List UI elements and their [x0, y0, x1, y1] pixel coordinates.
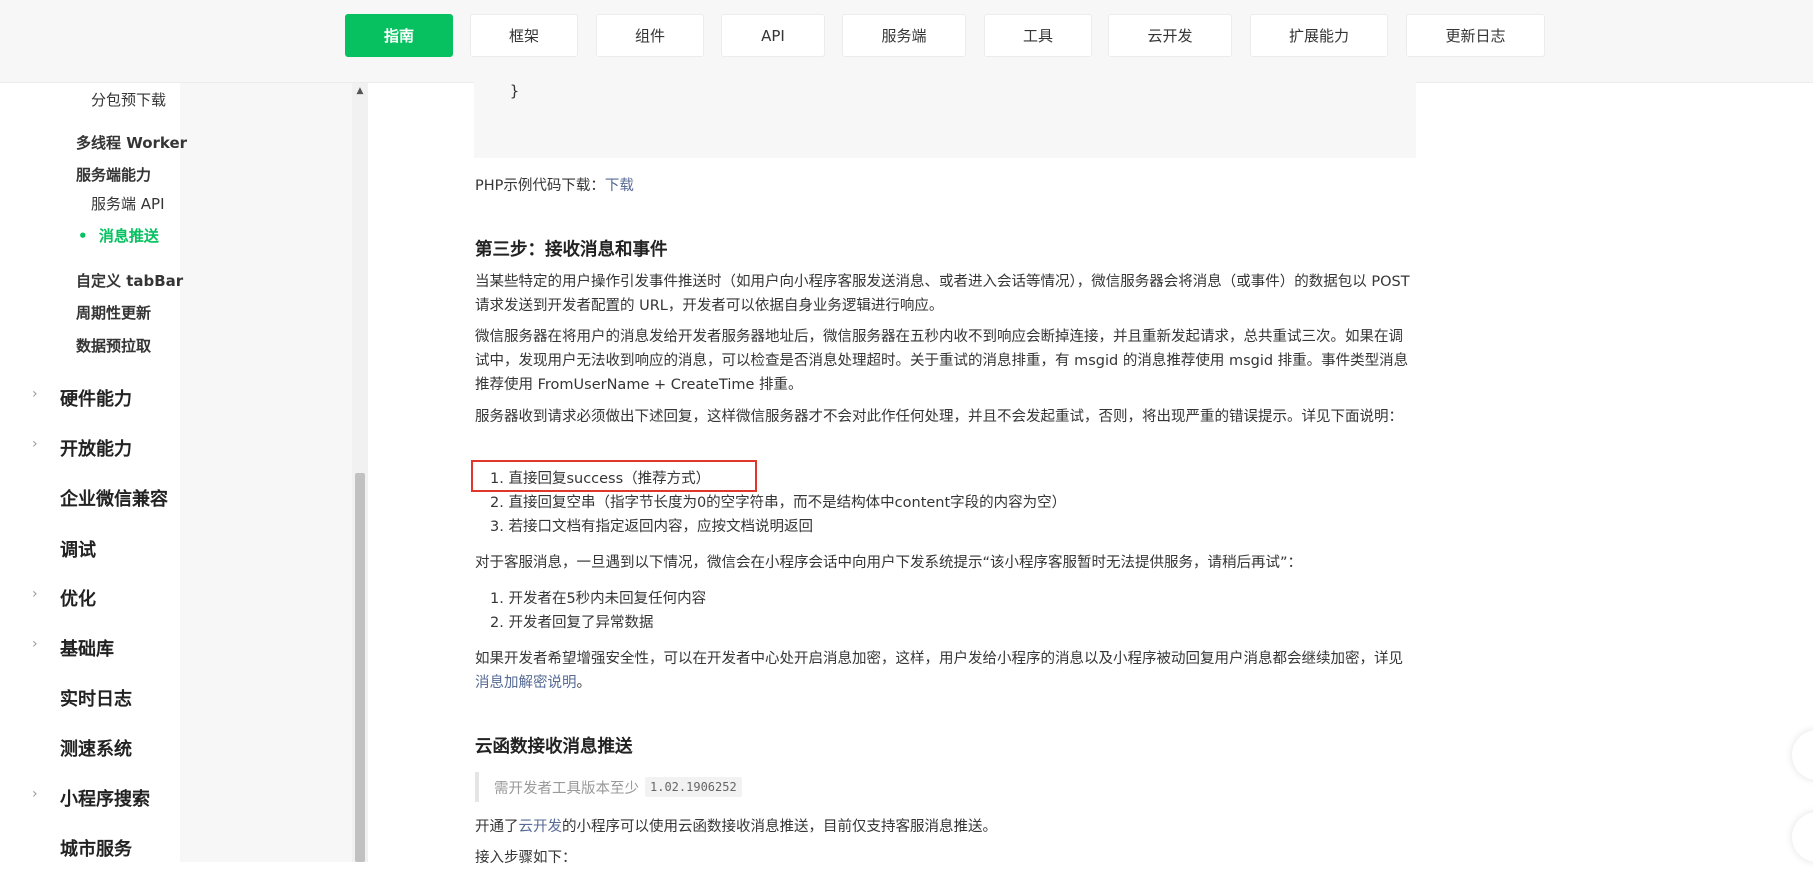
sidebar-item-realtime-log[interactable]: 实时日志: [60, 685, 132, 711]
version-note-text: 需开发者工具版本至少: [494, 780, 639, 797]
sidebar-item-subpackage-preload[interactable]: 分包预下载: [91, 89, 166, 110]
sidebar-item-periodic-update[interactable]: 周期性更新: [76, 302, 151, 323]
php-download-line: PHP示例代码下载：下载: [475, 174, 1410, 198]
tab-server[interactable]: 服务端: [842, 14, 966, 57]
sidebar-item-debug[interactable]: 调试: [60, 536, 96, 562]
chevron-right-icon[interactable]: ›: [32, 636, 38, 652]
paragraph-5-end: 。: [576, 675, 592, 691]
paragraph-2: 微信服务器在将用户的消息发给开发者服务器地址后，微信服务器在五秒内收不到响应会断…: [475, 329, 1409, 393]
sidebar-item-open-capability[interactable]: 开放能力: [60, 435, 132, 461]
sidebar-item-optimize[interactable]: 优化: [60, 585, 96, 611]
sidebar-item-worker[interactable]: 多线程 Worker: [76, 132, 187, 153]
active-bullet: •: [78, 227, 88, 245]
chevron-right-icon[interactable]: ›: [32, 786, 38, 802]
version-badge: 1.02.1906252: [645, 777, 742, 797]
version-note: 需开发者工具版本至少 1.02.1906252: [475, 772, 742, 802]
paragraph-4: 对于客服消息，一旦遇到以下情况，微信会在小程序会话中向用户下发系统提示“该小程序…: [475, 555, 1303, 571]
sidebar-shade: [180, 83, 352, 862]
list-item: 1. 直接回复success（推荐方式）: [490, 471, 711, 487]
list-item: 3. 若接口文档有指定返回内容，应按文档说明返回: [490, 519, 813, 535]
paragraph-5: 如果开发者希望增强安全性，可以在开发者中心处开启消息加密，这样，用户发给小程序的…: [475, 647, 1410, 695]
chevron-right-icon[interactable]: ›: [32, 436, 38, 452]
sidebar-item-base-library[interactable]: 基础库: [60, 635, 114, 661]
sidebar-item-hardware[interactable]: 硬件能力: [60, 385, 132, 411]
scrollbar-thumb[interactable]: [355, 473, 365, 862]
tab-framework[interactable]: 框架: [470, 14, 578, 57]
sidebar: 分包预下载 多线程 Worker 服务端能力 服务端 API • 消息推送 自定…: [0, 83, 352, 862]
tab-changelog[interactable]: 更新日志: [1406, 14, 1545, 57]
list-item: 2. 开发者回复了异常数据: [490, 615, 654, 631]
paragraph-7: 接入步骤如下：: [475, 850, 577, 866]
encryption-doc-link[interactable]: 消息加解密说明: [475, 675, 577, 691]
floating-button[interactable]: [1792, 812, 1813, 862]
sidebar-scrollbar[interactable]: ▲: [352, 83, 368, 862]
sidebar-item-wework[interactable]: 企业微信兼容: [60, 485, 168, 511]
floating-button[interactable]: [1792, 730, 1813, 780]
step3-heading: 第三步：接收消息和事件: [475, 240, 668, 260]
tab-tools[interactable]: 工具: [984, 14, 1092, 57]
list-item: 1. 开发者在5秒内未回复任何内容: [490, 591, 707, 607]
sidebar-item-message-push[interactable]: • 消息推送: [78, 225, 159, 246]
sidebar-item-search[interactable]: 小程序搜索: [60, 785, 150, 811]
sidebar-item-custom-tabbar[interactable]: 自定义 tabBar: [76, 270, 183, 291]
paragraph-5-text: 如果开发者希望增强安全性，可以在开发者中心处开启消息加密，这样，用户发给小程序的…: [475, 651, 1403, 667]
tab-component[interactable]: 组件: [596, 14, 704, 57]
tab-extensions[interactable]: 扩展能力: [1250, 14, 1388, 57]
top-nav: 指南 框架 组件 API 服务端 工具 云开发 扩展能力 更新日志: [0, 0, 1813, 83]
cloud-dev-link[interactable]: 云开发: [519, 819, 563, 835]
sidebar-item-label: 消息推送: [98, 227, 159, 245]
paragraph-1: 当某些特定的用户操作引发事件推送时（如用户向小程序客服发送消息、或者进入会话等情…: [475, 274, 1410, 314]
php-download-label: PHP示例代码下载：: [475, 178, 605, 194]
paragraph-3: 服务器收到请求必须做出下述回复，这样微信服务器才不会对此作任何处理，并且不会发起…: [475, 409, 1403, 425]
paragraph-6-end: 的小程序可以使用云函数接收消息推送，目前仅支持客服消息推送。: [562, 819, 997, 835]
code-block: }: [474, 82, 1416, 158]
sidebar-item-prefetch[interactable]: 数据预拉取: [76, 335, 151, 356]
sidebar-item-city-service[interactable]: 城市服务: [60, 835, 132, 861]
paragraph-6-text: 开通了: [475, 819, 519, 835]
download-link[interactable]: 下载: [605, 178, 634, 194]
chevron-right-icon[interactable]: ›: [32, 386, 38, 402]
sidebar-item-server-api[interactable]: 服务端 API: [91, 193, 165, 214]
code-text: }: [510, 82, 520, 100]
list-item: 2. 直接回复空串（指字节长度为0的空字符串，而不是结构体中content字段的…: [490, 495, 1067, 511]
sidebar-item-server-capability[interactable]: 服务端能力: [76, 164, 151, 185]
paragraph-6: 开通了云开发的小程序可以使用云函数接收消息推送，目前仅支持客服消息推送。: [475, 815, 1410, 839]
tab-guide[interactable]: 指南: [345, 14, 453, 57]
tab-cloud[interactable]: 云开发: [1108, 14, 1232, 57]
scroll-up-icon[interactable]: ▲: [352, 83, 368, 99]
cloud-function-heading: 云函数接收消息推送: [475, 737, 633, 757]
tab-api[interactable]: API: [721, 14, 825, 57]
sidebar-item-speed-test[interactable]: 测速系统: [60, 735, 132, 761]
chevron-right-icon[interactable]: ›: [32, 586, 38, 602]
